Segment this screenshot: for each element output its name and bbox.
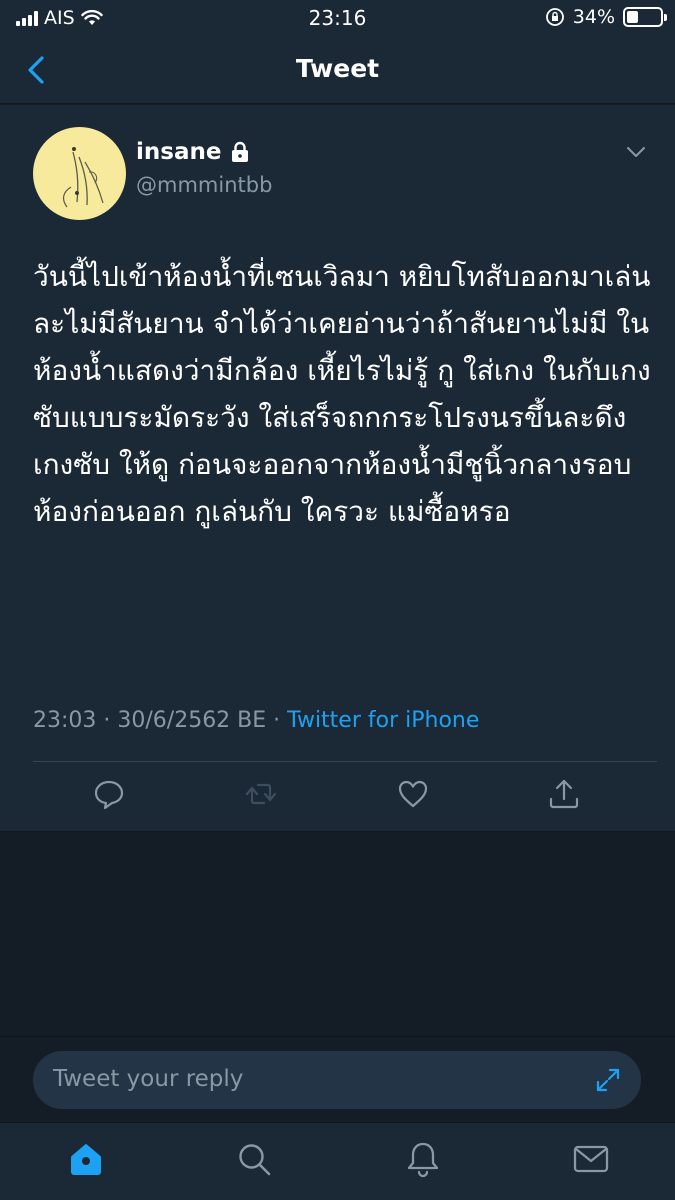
author-name-row[interactable]: insane (136, 139, 251, 165)
divider (33, 761, 657, 762)
battery-fill (627, 11, 638, 23)
expand-icon[interactable] (595, 1067, 621, 1093)
bell-icon[interactable] (403, 1139, 443, 1179)
user-handle[interactable]: @mmmintbb (136, 173, 272, 197)
share-icon[interactable] (547, 777, 581, 811)
tweet-text: วันนี้ไปเข้าห้องน้ำที่เซนเวิลมา หยิบโทสั… (33, 260, 651, 528)
avatar[interactable] (33, 127, 126, 220)
nav-header: Tweet (0, 36, 675, 104)
avatar-drawing (62, 147, 104, 208)
status-bar: AIS 23:16 34% (0, 0, 675, 36)
tweet-timestamp: 23:03 · 30/6/2562 BE · (33, 708, 288, 733)
tab-bar (0, 1122, 675, 1200)
tweet-meta: 23:03 · 30/6/2562 BE · Twitter for iPhon… (33, 708, 479, 733)
status-bar-right: 34% (545, 6, 667, 28)
reply-input[interactable]: Tweet your reply (33, 1051, 641, 1109)
reply-bar: Tweet your reply (0, 1036, 675, 1122)
chevron-down-icon[interactable] (625, 145, 647, 159)
page-title: Tweet (295, 54, 380, 83)
retweet-icon[interactable] (244, 777, 278, 811)
mail-icon[interactable] (571, 1139, 611, 1179)
heart-icon[interactable] (396, 777, 430, 811)
battery-percent: 34% (572, 6, 615, 28)
lock-icon (232, 141, 249, 162)
home-icon[interactable] (66, 1139, 106, 1179)
search-icon[interactable] (234, 1139, 274, 1179)
tweet-detail: insane @mmmintbb วันนี้ไปเข้าห้องน้ำที่เ… (0, 105, 675, 832)
tweet-actions (0, 777, 675, 817)
battery-icon (623, 7, 667, 27)
display-name[interactable]: insane (136, 139, 221, 165)
tweet-source-link[interactable]: Twitter for iPhone (287, 708, 479, 733)
rotation-lock-icon (545, 8, 564, 26)
reply-placeholder: Tweet your reply (53, 1066, 244, 1092)
reply-icon[interactable] (92, 777, 126, 811)
